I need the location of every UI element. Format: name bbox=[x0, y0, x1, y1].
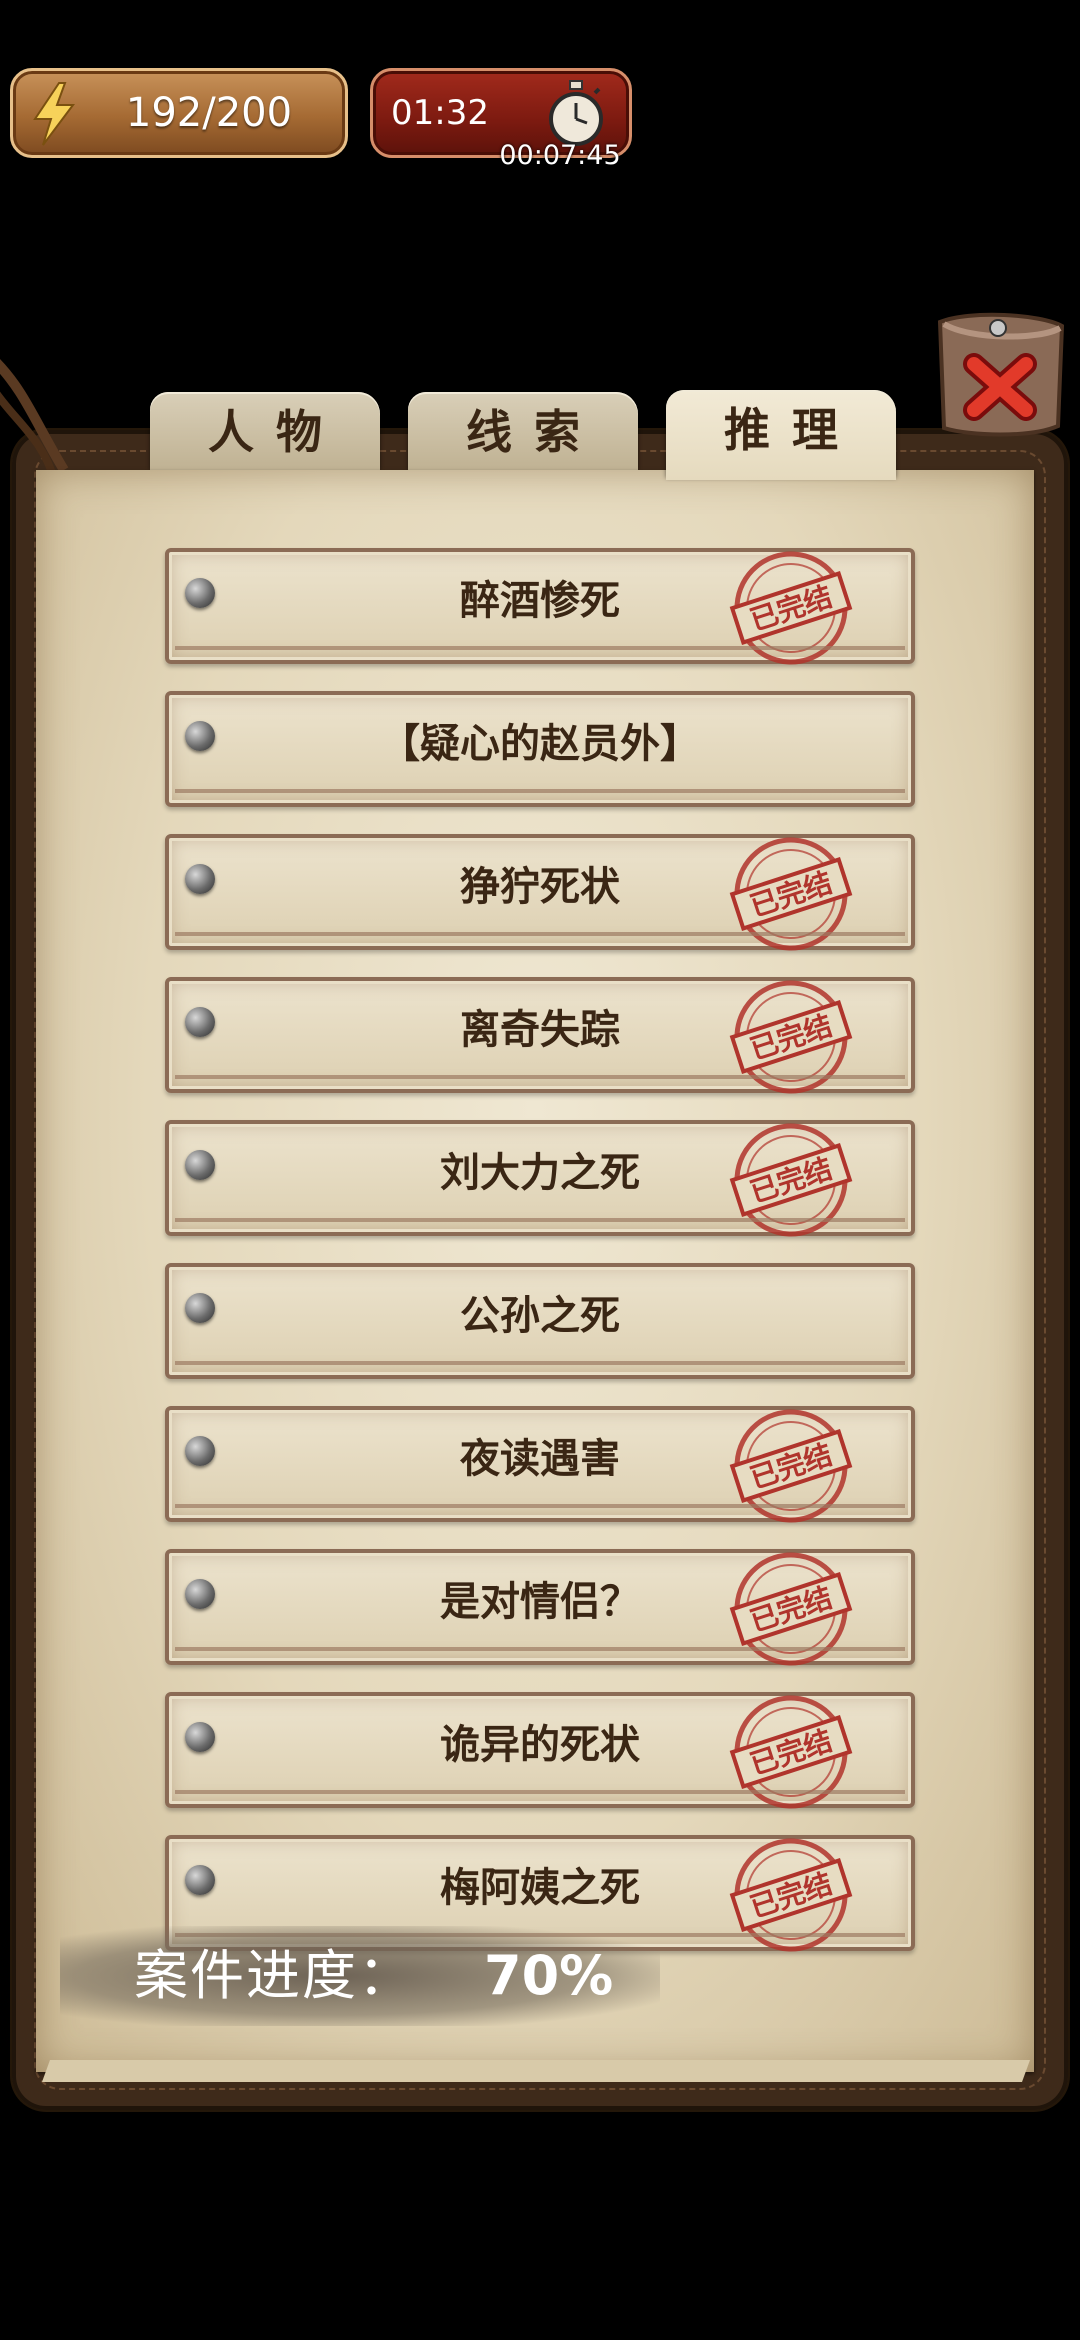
case-item[interactable]: 刘大力之死 已完结 bbox=[165, 1120, 915, 1237]
case-item[interactable]: 醉酒惨死 已完结 bbox=[165, 548, 915, 665]
progress-value: 70% bbox=[484, 1944, 614, 2007]
case-item[interactable]: 诡异的死状 已完结 bbox=[165, 1692, 915, 1809]
energy-value: 192/200 bbox=[125, 90, 293, 136]
case-item[interactable]: 离奇失踪 已完结 bbox=[165, 977, 915, 1094]
close-button[interactable] bbox=[930, 310, 1070, 440]
case-item[interactable]: 是对情侣？ 已完结 bbox=[165, 1549, 915, 1666]
case-item[interactable]: 狰狞死状 已完结 bbox=[165, 834, 915, 951]
stopwatch-icon bbox=[549, 80, 603, 146]
elapsed-time: 00:07:45 bbox=[499, 140, 621, 171]
paper-edge bbox=[41, 2060, 1031, 2082]
energy-counter[interactable]: 192/200 bbox=[10, 68, 348, 158]
tab-deduction[interactable]: 推理 bbox=[666, 390, 896, 480]
tab-clues[interactable]: 线索 bbox=[408, 392, 638, 472]
case-list: 醉酒惨死 已完结 【疑心的赵员外】 狰狞死状 已完结 离奇失踪 已完结 刘大力之… bbox=[165, 548, 915, 1978]
lightning-icon bbox=[33, 82, 75, 146]
progress-label: 案件进度： bbox=[134, 1944, 414, 2007]
case-progress: 案件进度： 70% bbox=[60, 1926, 660, 2026]
timer-value: 01:32 bbox=[391, 93, 489, 133]
case-item[interactable]: 夜读遇害 已完结 bbox=[165, 1406, 915, 1523]
tab-characters[interactable]: 人物 bbox=[150, 392, 380, 472]
case-title: 公孙之死 bbox=[460, 1293, 620, 1339]
case-item[interactable]: 公孙之死 bbox=[165, 1263, 915, 1379]
case-item[interactable]: 【疑心的赵员外】 bbox=[165, 691, 915, 807]
case-title: 【疑心的赵员外】 bbox=[380, 721, 700, 767]
